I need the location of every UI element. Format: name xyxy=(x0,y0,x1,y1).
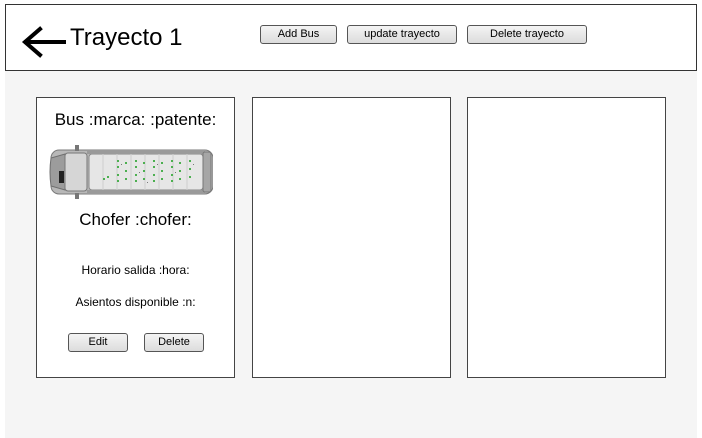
header-bar: Trayecto 1 Add Bus update trayecto Delet… xyxy=(5,4,697,71)
edit-button[interactable]: Edit xyxy=(68,333,128,352)
chofer-label: Chofer :chofer: xyxy=(79,210,192,229)
bus-card: Bus :marca: :patente: Chofer:chofer: Ho… xyxy=(36,97,235,378)
asientos-label: Asientos disponible :n: xyxy=(75,295,196,309)
empty-card xyxy=(252,97,451,378)
main-content: Bus :marca: :patente: Chofer:chofer: Ho… xyxy=(5,72,695,438)
update-trayecto-button[interactable]: update trayecto xyxy=(347,25,457,44)
van-icon xyxy=(49,145,213,199)
delete-button[interactable]: Delete xyxy=(144,333,204,352)
add-bus-button[interactable]: Add Bus xyxy=(260,25,337,44)
arrow-left-icon[interactable] xyxy=(20,26,66,58)
horario-label: Horario salida :hora: xyxy=(81,263,190,277)
page-title: Trayecto 1 xyxy=(70,24,183,51)
delete-trayecto-button[interactable]: Delete trayecto xyxy=(467,25,587,44)
empty-card xyxy=(467,97,666,378)
bus-title: Bus :marca: :patente: xyxy=(54,110,217,129)
